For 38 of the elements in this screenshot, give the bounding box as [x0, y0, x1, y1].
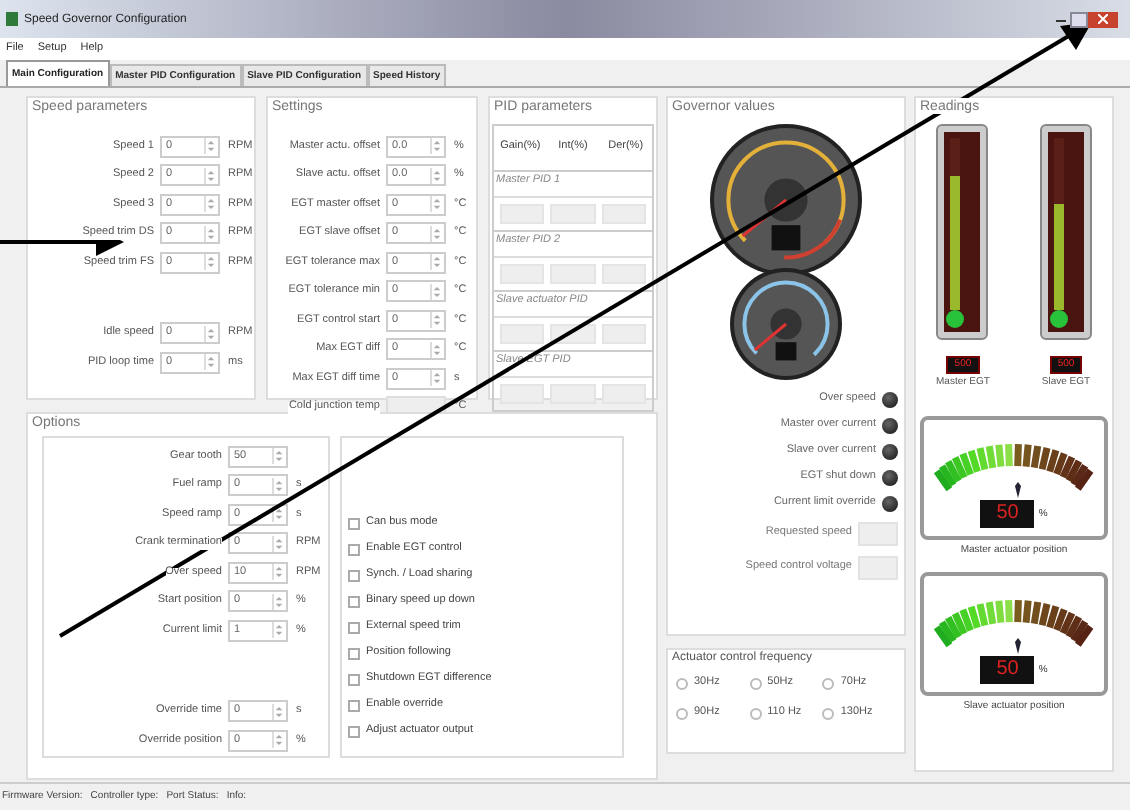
pid-input-field[interactable]	[601, 324, 646, 344]
radio-button[interactable]	[676, 678, 688, 690]
pid-input-field[interactable]	[550, 264, 596, 284]
radio-button[interactable]	[676, 708, 688, 720]
reading-display: 50	[980, 500, 1035, 528]
checkbox[interactable]	[348, 517, 360, 529]
readout-field	[858, 522, 898, 546]
spinner-icon[interactable]	[272, 506, 284, 523]
radio-button[interactable]	[749, 708, 762, 720]
bulb-icon	[946, 310, 965, 328]
close-button[interactable]	[1088, 11, 1118, 27]
pid-input-field[interactable]	[601, 384, 646, 404]
gauge-drawing	[728, 266, 844, 382]
checkbox[interactable]	[348, 569, 360, 581]
radio-button[interactable]	[822, 708, 835, 720]
pid-input-field[interactable]	[601, 264, 646, 284]
pid-input-field[interactable]	[601, 204, 646, 224]
checkbox[interactable]	[348, 621, 360, 633]
checkbox[interactable]	[348, 595, 360, 607]
pid-input-field[interactable]	[500, 324, 545, 344]
pid-input-field[interactable]	[500, 264, 545, 284]
checkbox[interactable]	[348, 673, 360, 685]
pid-input-field[interactable]	[550, 384, 596, 404]
bulb-icon	[1050, 310, 1068, 328]
app-icon	[6, 12, 18, 26]
radio-button[interactable]	[749, 678, 762, 690]
pid-input-field[interactable]	[550, 204, 596, 224]
readout-field	[858, 556, 898, 580]
checkbox[interactable]	[348, 725, 360, 737]
reading-display: 50	[980, 656, 1035, 684]
minimize-icon	[1056, 17, 1066, 21]
checkbox[interactable]	[348, 699, 360, 711]
close-icon	[1098, 14, 1108, 24]
pid-input-field[interactable]	[500, 384, 545, 404]
checkbox[interactable]	[348, 543, 360, 555]
radio-button[interactable]	[822, 678, 835, 690]
pid-input-field[interactable]	[500, 204, 545, 224]
checkbox[interactable]	[348, 647, 360, 659]
